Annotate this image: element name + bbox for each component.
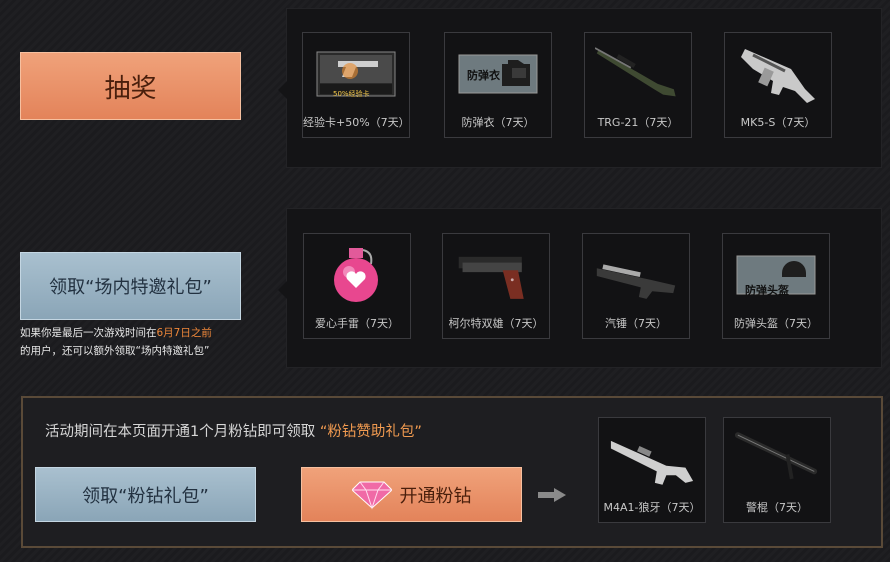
prize-item-label: MK5-S（7天） [740, 116, 816, 129]
note-prefix: 如果你是最后一次游戏时间在 [20, 327, 157, 339]
gift-item-label: M4A1-狼牙（7天） [603, 501, 701, 514]
gift-item-label: 爱心手雷（7天） [315, 317, 399, 330]
pink-diamond-headline: 活动期间在本页面开通1个月粉钻即可领取 “粉钻赞助礼包” [45, 420, 422, 441]
pink-gem-icon [351, 481, 392, 510]
gift-item-label: 汽锤（7天） [605, 317, 667, 330]
claim-vip-gift-button[interactable]: 领取“场内特邀礼包” [20, 252, 241, 320]
prize-item-label: 防弹衣（7天） [461, 116, 535, 129]
helmet-card-text: 防弹头盔 [745, 284, 789, 297]
arrow-right-icon [538, 488, 566, 502]
assault-rifle-icon [609, 426, 695, 492]
gift-item-label: 防弹头盔（7天） [734, 317, 818, 330]
gift-item-baton[interactable]: 警棍（7天） [723, 417, 831, 523]
pistol-icon [453, 242, 539, 308]
prize-item-label: 经验卡+50%（7天） [303, 116, 410, 129]
gift-item-heart-grenade[interactable]: 爱心手雷（7天） [303, 233, 411, 339]
headline-highlight: “粉钻赞助礼包” [319, 424, 422, 440]
gift-item-label: 警棍（7天） [746, 501, 808, 514]
lottery-button[interactable]: 抽奖 [20, 52, 241, 120]
claim-pink-diamond-gift-button[interactable]: 领取“粉钻礼包” [35, 467, 256, 522]
panel-pointer [278, 81, 287, 99]
gift-item-colt-pistols[interactable]: 柯尔特双雄（7天） [442, 233, 550, 339]
helmet-icon [733, 242, 819, 308]
lottery-button-label: 抽奖 [104, 73, 157, 104]
gift-item-m4a1[interactable]: M4A1-狼牙（7天） [598, 417, 706, 523]
claim-pink-diamond-label: 领取“粉钻礼包” [82, 485, 209, 507]
open-pink-diamond-label: 开通粉钻 [399, 485, 472, 507]
prize-item-trg21[interactable]: TRG-21（7天） [584, 32, 692, 138]
note-suffix: 的用户，还可以额外领取“场内特邀礼包” [20, 345, 210, 357]
exp-card-text: 50%经验卡 [333, 90, 370, 98]
headline-text: 活动期间在本页面开通1个月粉钻即可领取 [45, 424, 316, 440]
smg-icon [735, 41, 821, 107]
prize-item-mk5s[interactable]: MK5-S（7天） [724, 32, 832, 138]
claim-vip-gift-label: 领取“场内特邀礼包” [49, 277, 212, 298]
open-pink-diamond-button[interactable]: 开通粉钻 [301, 467, 522, 522]
sniper-rifle-icon [595, 41, 681, 107]
armor-card-text: 防弹衣 [467, 69, 500, 82]
gift-item-helmet[interactable]: 防弹头盔 防弹头盔（7天） [722, 233, 830, 339]
gift-item-label: 柯尔特双雄（7天） [448, 317, 544, 330]
shotgun-icon [593, 242, 679, 308]
heart-grenade-icon [314, 242, 400, 308]
note-date-highlight: 6月7日之前 [156, 327, 212, 339]
prize-item-exp-card[interactable]: 50%经验卡 经验卡+50%（7天） [302, 32, 410, 138]
prize-item-label: TRG-21（7天） [597, 116, 679, 129]
baton-icon [734, 426, 820, 492]
prize-item-body-armor[interactable]: 防弹衣 防弹衣（7天） [444, 32, 552, 138]
vip-eligibility-note: 如果你是最后一次游戏时间在6月7日之前 的用户，还可以额外领取“场内特邀礼包” [20, 324, 260, 360]
panel-pointer [278, 281, 287, 299]
gift-item-air-hammer[interactable]: 汽锤（7天） [582, 233, 690, 339]
